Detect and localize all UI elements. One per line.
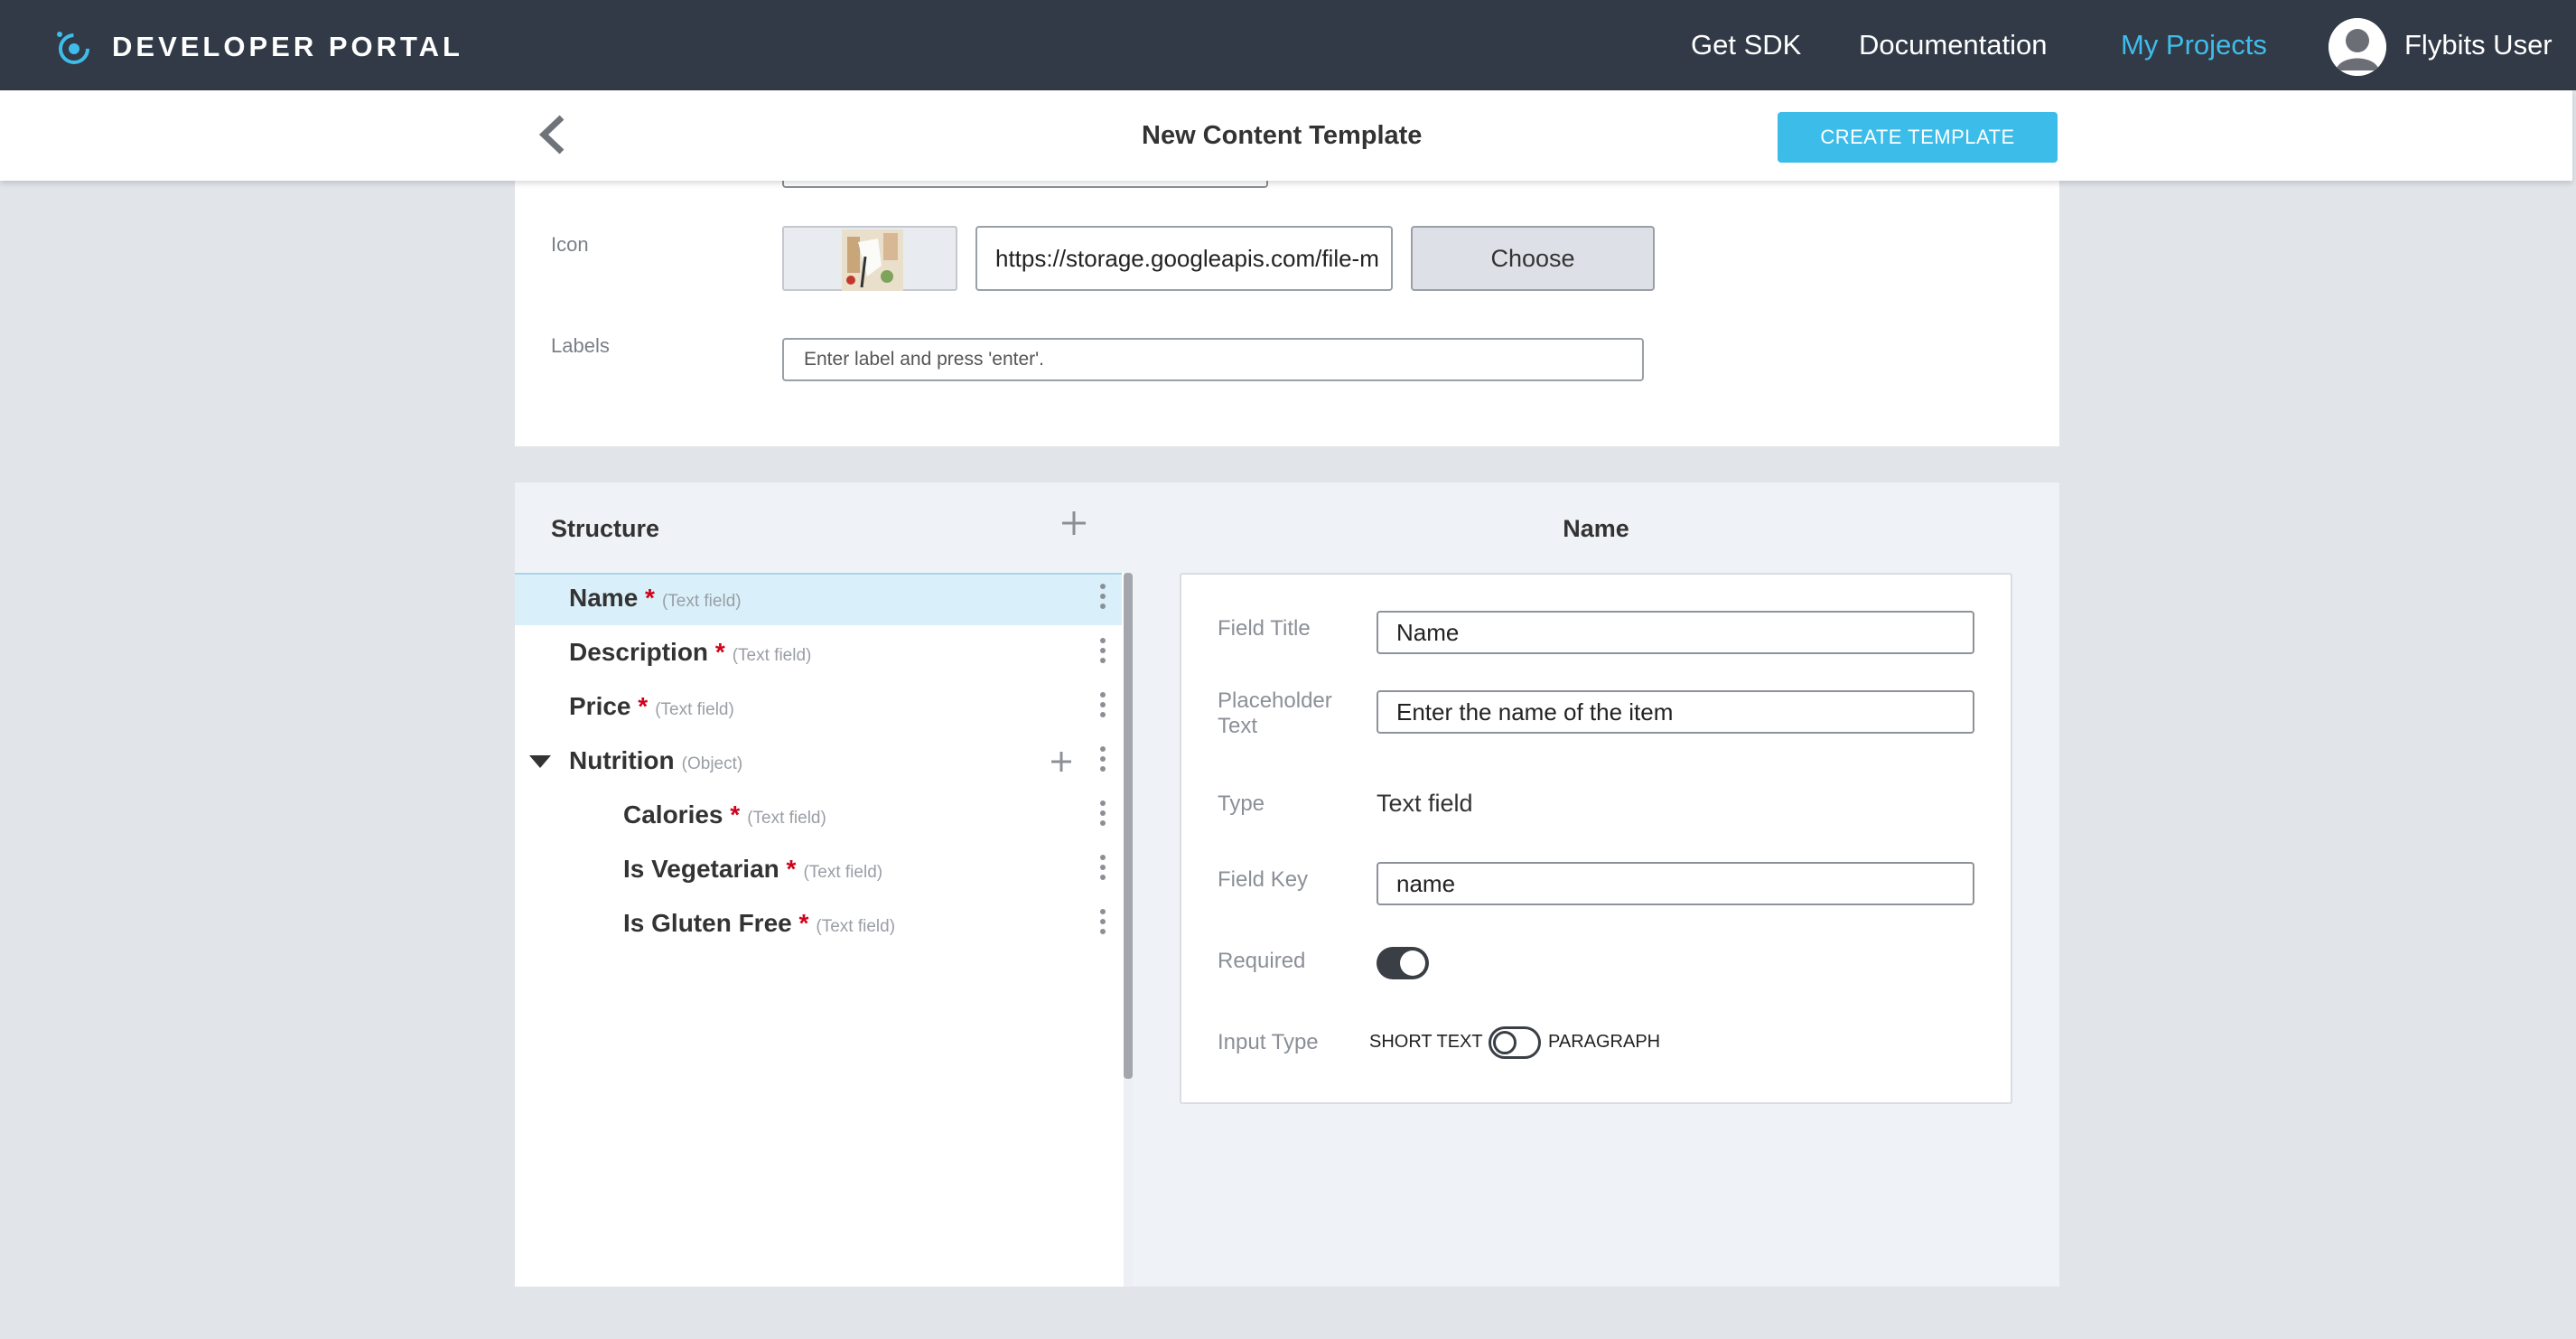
placeholder-text-input[interactable]: Enter the name of the item xyxy=(1377,690,1974,734)
kebab-menu-icon[interactable] xyxy=(1098,584,1107,616)
type-label: Type xyxy=(1218,791,1265,816)
kebab-menu-icon[interactable] xyxy=(1098,855,1107,887)
tree-item-label: Is Gluten Free xyxy=(623,909,792,937)
tree-item-name[interactable]: Name * (Text field) xyxy=(515,573,1122,625)
tree-item-type: (Text field) xyxy=(816,917,896,936)
field-key-input[interactable]: name xyxy=(1377,862,1974,905)
add-child-plus-icon[interactable] xyxy=(1048,748,1075,775)
flybits-logo-icon[interactable] xyxy=(52,27,96,70)
nav-get-sdk[interactable]: Get SDK xyxy=(1691,29,1801,61)
tree-scrollbar[interactable] xyxy=(1124,573,1133,1287)
kebab-menu-icon[interactable] xyxy=(1098,746,1107,779)
tree-item-type: (Text field) xyxy=(747,809,826,828)
tree-item-calories[interactable]: Calories * (Text field) xyxy=(515,790,1122,842)
tree-item-type: (Text field) xyxy=(655,700,734,719)
tree-item-is-vegetarian[interactable]: Is Vegetarian * (Text field) xyxy=(515,844,1122,896)
brand-title[interactable]: DEVELOPER PORTAL xyxy=(112,31,463,63)
kebab-menu-icon[interactable] xyxy=(1098,801,1107,833)
kebab-menu-icon[interactable] xyxy=(1098,909,1107,941)
kebab-menu-icon[interactable] xyxy=(1098,638,1107,670)
icon-label: Icon xyxy=(551,233,589,256)
required-asterisk: * xyxy=(730,801,741,829)
structure-tree: Name * (Text field) Description * (Text fi… xyxy=(515,573,1133,1287)
tree-item-label: Price xyxy=(569,692,631,720)
tree-item-price[interactable]: Price * (Text field) xyxy=(515,681,1122,734)
tree-item-nutrition[interactable]: Nutrition (Object) xyxy=(515,735,1122,788)
icon-url-input[interactable]: https://storage.googleapis.com/file-m xyxy=(975,226,1393,291)
input-type-paragraph: PARAGRAPH xyxy=(1548,1032,1661,1052)
tree-item-label: Nutrition xyxy=(569,746,675,774)
kebab-menu-icon[interactable] xyxy=(1098,692,1107,725)
choose-icon-button[interactable]: Choose xyxy=(1411,226,1655,291)
field-editor-title: Name xyxy=(1563,515,1629,542)
tree-item-type: (Text field) xyxy=(661,592,742,611)
required-asterisk: * xyxy=(638,692,649,720)
add-field-plus-icon[interactable] xyxy=(1059,508,1089,538)
tree-item-type: (Text field) xyxy=(803,863,883,882)
nav-my-projects[interactable]: My Projects xyxy=(2121,29,2267,61)
create-template-button[interactable]: CREATE TEMPLATE xyxy=(1778,112,2058,163)
field-editor-card: Field Title Name Placeholder Text Enter … xyxy=(1180,573,2012,1104)
required-asterisk: * xyxy=(798,909,809,937)
labels-input[interactable]: Enter label and press 'enter'. xyxy=(782,338,1644,381)
user-name[interactable]: Flybits User xyxy=(2404,29,2553,61)
tree-item-type: (Object) xyxy=(681,754,743,773)
page-title: New Content Template xyxy=(1142,121,1423,150)
page-header: New Content Template CREATE TEMPLATE xyxy=(0,90,2572,181)
tree-item-label: Is Vegetarian xyxy=(623,855,779,883)
input-type-short-text: SHORT TEXT xyxy=(1369,1032,1483,1052)
field-title-label: Field Title xyxy=(1218,616,1311,641)
template-details-card: Icon https://storage.googleapis.com/file… xyxy=(515,172,2059,446)
type-value: Text field xyxy=(1377,790,1473,817)
icon-preview xyxy=(782,226,957,291)
structure-panel: Structure Name Name * (Text field) Descri… xyxy=(515,482,2059,1287)
nav-documentation[interactable]: Documentation xyxy=(1859,29,2048,61)
tree-item-label: Name xyxy=(569,584,639,612)
required-asterisk: * xyxy=(714,638,725,666)
required-toggle[interactable] xyxy=(1377,947,1429,979)
input-type-toggle[interactable] xyxy=(1489,1026,1541,1059)
scrollbar-thumb[interactable] xyxy=(1124,573,1133,1079)
user-avatar-icon xyxy=(2329,18,2386,76)
placeholder-label-line2: Text xyxy=(1218,714,1258,738)
field-title-input[interactable]: Name xyxy=(1377,611,1974,654)
required-asterisk: * xyxy=(645,584,655,612)
labels-label: Labels xyxy=(551,334,610,357)
top-navbar: DEVELOPER PORTAL Get SDK Documentation M… xyxy=(0,0,2576,90)
tree-item-type: (Text field) xyxy=(732,646,812,665)
structure-title: Structure xyxy=(551,515,660,542)
tree-item-label: Description xyxy=(569,638,709,666)
required-label: Required xyxy=(1218,949,1306,973)
tree-item-description[interactable]: Description * (Text field) xyxy=(515,627,1122,679)
caret-down-icon[interactable] xyxy=(529,755,551,768)
chevron-left-icon[interactable] xyxy=(535,112,571,157)
required-asterisk: * xyxy=(786,855,797,883)
field-key-label: Field Key xyxy=(1218,867,1309,892)
avatar[interactable] xyxy=(2329,18,2386,76)
tree-item-is-gluten-free[interactable]: Is Gluten Free * (Text field) xyxy=(515,898,1122,950)
placeholder-label-line1: Placeholder xyxy=(1218,688,1332,713)
icon-thumbnail-image xyxy=(842,229,903,291)
tree-item-label: Calories xyxy=(623,801,723,829)
input-type-label: Input Type xyxy=(1218,1030,1319,1054)
